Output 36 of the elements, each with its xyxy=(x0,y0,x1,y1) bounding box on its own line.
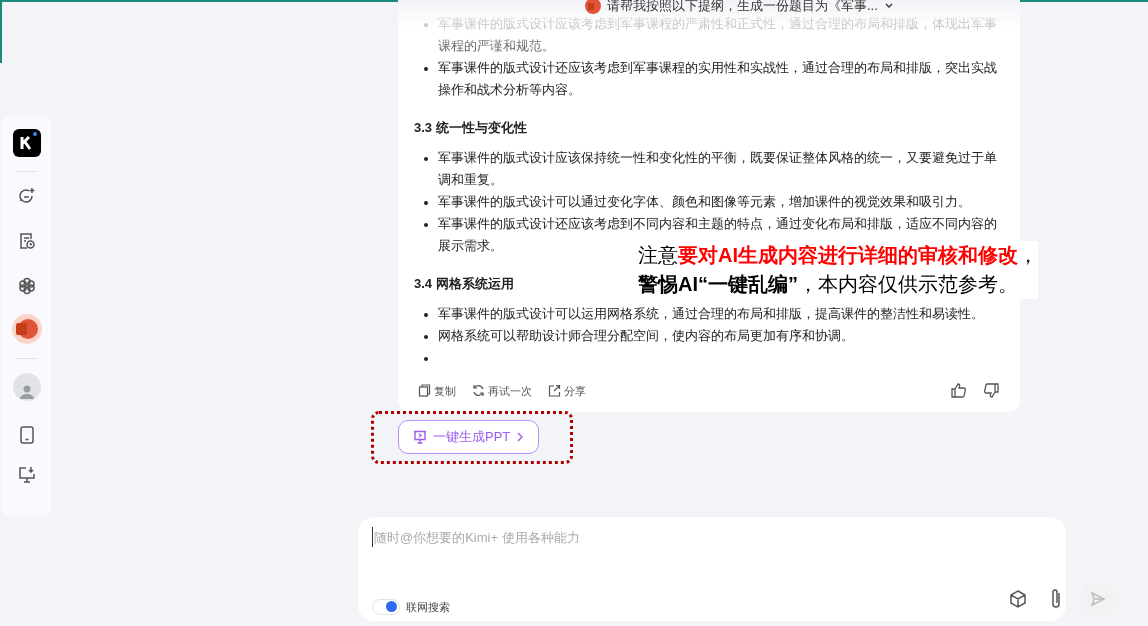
logo-icon[interactable] xyxy=(12,129,41,157)
chat-title[interactable]: 请帮我按照以下提纲，生成一份题目为《军事... xyxy=(607,0,878,16)
slides-app-icon[interactable] xyxy=(11,314,42,344)
new-chat-icon[interactable] xyxy=(16,186,37,206)
message-input[interactable]: 随时@你想要的Kimi+ 使用各种能力 xyxy=(372,527,932,547)
bullet-text: 军事课件的版式设计还应该考虑到军事课程的实用性和实战性，通过合理的布局和排版，突出实战操作和战术分析等内容。 xyxy=(438,60,997,97)
bullet-text: 军事课件的版式设计可以运用网格系统，通过合理的布局和排版，提高课件的整洁性和易读性。 xyxy=(438,306,984,321)
answer-action[interactable]: 分享 xyxy=(548,382,586,399)
answer-action[interactable]: 再试一次 xyxy=(472,382,532,399)
bullet-text: 军事课件的版式设计可以通过变化字体、颜色和图像等元素，增加课件的视觉效果和吸引力。 xyxy=(438,194,971,209)
presentation-icon xyxy=(413,430,427,444)
flower-icon[interactable] xyxy=(16,276,37,296)
thumbs-down-icon[interactable] xyxy=(983,382,1000,399)
bullet-icon xyxy=(424,223,428,227)
bullet-icon xyxy=(424,157,428,161)
answer-action[interactable]: 复制 xyxy=(418,382,456,399)
thumbs-up-icon[interactable] xyxy=(950,382,967,399)
generate-ppt-button[interactable]: 一键生成PPT xyxy=(398,420,540,454)
refresh-icon xyxy=(472,384,485,398)
bullet-icon xyxy=(424,23,428,27)
web-search-label: 联网搜索 xyxy=(406,599,450,615)
cube-icon[interactable] xyxy=(1008,589,1028,609)
bullet-icon xyxy=(424,335,428,339)
chevron-right-icon xyxy=(516,432,525,442)
share-icon xyxy=(548,384,561,398)
bullet-icon xyxy=(424,313,428,317)
avatar[interactable] xyxy=(12,373,41,401)
desktop-download-icon[interactable] xyxy=(16,465,37,485)
bullet-icon xyxy=(424,201,428,205)
bullet-icon xyxy=(424,67,428,71)
bullet-text: 网格系统可以帮助设计师合理分配空间，使内容的布局更加有序和协调。 xyxy=(438,328,854,343)
copy-icon xyxy=(418,384,431,398)
bullet-text: 军事课件的版式设计应该保持统一性和变化性的平衡，既要保证整体风格的统一，又要避免过于单调和重复。 xyxy=(438,150,997,187)
section-heading: 3.4 网格系统运用 xyxy=(414,275,514,293)
send-icon xyxy=(1090,591,1106,607)
section-heading: 3.3 统一性与变化性 xyxy=(414,119,527,137)
